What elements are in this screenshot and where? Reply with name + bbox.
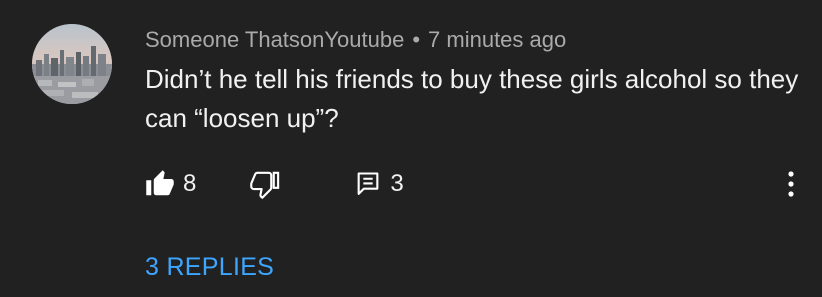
meta-separator: •	[412, 27, 421, 52]
reply-button[interactable]: 3	[354, 170, 404, 198]
like-count: 8	[183, 170, 197, 197]
thumbs-up-icon	[146, 170, 174, 196]
city-skyline-image	[32, 24, 112, 104]
thumbs-down-icon	[250, 171, 280, 199]
dislike-button[interactable]	[250, 169, 280, 199]
comment-text: Didn’t he tell his friends to buy these …	[145, 64, 799, 133]
comment-author[interactable]: Someone ThatsonYoutube	[145, 27, 404, 52]
view-replies-button[interactable]: 3 REPLIES	[145, 252, 274, 282]
comment-timestamp[interactable]: 7 minutes ago	[428, 27, 566, 52]
reply-count: 3	[390, 170, 404, 197]
more-options-button[interactable]	[778, 166, 804, 202]
like-button[interactable]: 8	[145, 169, 196, 199]
comment-meta: Someone ThatsonYoutube • 7 minutes ago	[145, 27, 566, 53]
avatar[interactable]	[32, 24, 112, 104]
comment-action-bar: 8 3	[145, 166, 404, 202]
comment-icon	[357, 172, 379, 195]
more-vertical-icon	[788, 171, 794, 197]
